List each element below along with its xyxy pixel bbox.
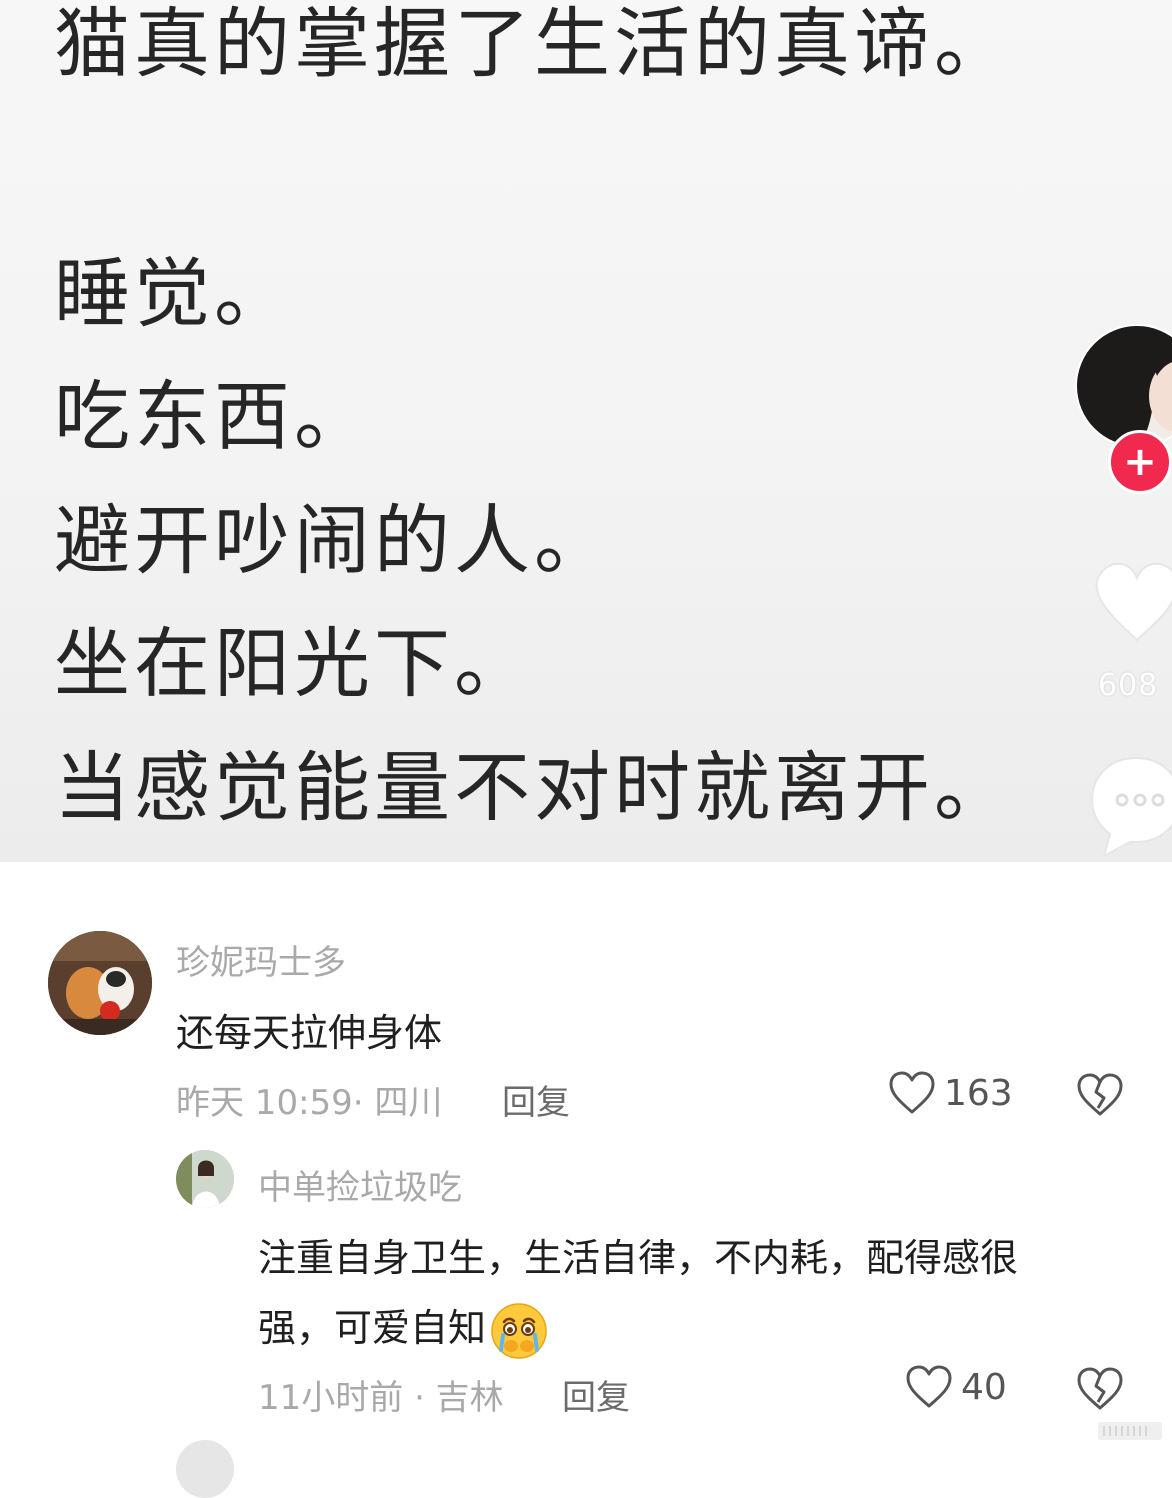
reply-text-line: 强，可爱自知: [258, 1297, 548, 1360]
post-text-line: 当感觉能量不对时就离开。: [54, 743, 1014, 832]
post-content[interactable]: 猫真的掌握了生活的真谛。 睡觉。 吃东西。 避开吵闹的人。 坐在阳光下。 当感觉…: [0, 0, 1172, 862]
reply-like-button[interactable]: 40: [905, 1364, 1007, 1410]
broken-heart-icon[interactable]: [1076, 1366, 1124, 1412]
comment-username[interactable]: 珍妮玛士多: [176, 935, 346, 984]
heart-outline-icon: [906, 1365, 952, 1408]
reply-text-line: 注重自身卫生，生活自律，不内耗，配得感很: [258, 1236, 1019, 1280]
broken-heart-icon[interactable]: [1076, 1072, 1124, 1118]
comment-time-location: 昨天 10:59· 四川: [176, 1083, 443, 1123]
reply-username[interactable]: 中单捡垃圾吃: [258, 1160, 462, 1209]
comment-bubble-icon[interactable]: [1090, 752, 1172, 862]
watermark-logo-icon: [1098, 1422, 1162, 1440]
comment-text: 还每天拉伸身体: [176, 1011, 443, 1055]
reply-time-location: 11小时前 · 吉林: [258, 1378, 504, 1418]
plus-icon: +: [1123, 439, 1157, 485]
post-text-line: 吃东西。: [54, 372, 374, 461]
post-text-line: 坐在阳光下。: [54, 619, 534, 708]
comment-avatar[interactable]: [48, 931, 152, 1035]
rail-like-count: 608: [1098, 668, 1159, 703]
author-avatar[interactable]: [1075, 324, 1172, 448]
post-text-line: 睡觉。: [54, 249, 294, 338]
post-text-line: 猫真的掌握了生活的真谛。: [54, 0, 1014, 88]
reply-text-line2: 强，可爱自知: [258, 1306, 487, 1350]
heart-outline-icon: [889, 1071, 935, 1114]
follow-button[interactable]: +: [1108, 430, 1172, 494]
comment-like-count: 163: [944, 1072, 1013, 1114]
cats-avatar-image: [48, 931, 152, 1035]
next-comment-avatar[interactable]: [176, 1440, 234, 1498]
comment-like-button[interactable]: 163: [888, 1070, 1013, 1116]
post-text-line: 避开吵闹的人。: [54, 496, 614, 585]
heart-icon[interactable]: [1090, 548, 1172, 648]
reply-like-count: 40: [961, 1366, 1007, 1408]
reply-button[interactable]: 回复: [502, 1075, 570, 1124]
reply-avatar[interactable]: [176, 1150, 234, 1208]
crying-face-emoji-icon: [491, 1302, 547, 1359]
person-avatar-image: [176, 1150, 234, 1208]
reply-button[interactable]: 回复: [562, 1370, 630, 1419]
author-portrait-image: [1077, 326, 1172, 446]
